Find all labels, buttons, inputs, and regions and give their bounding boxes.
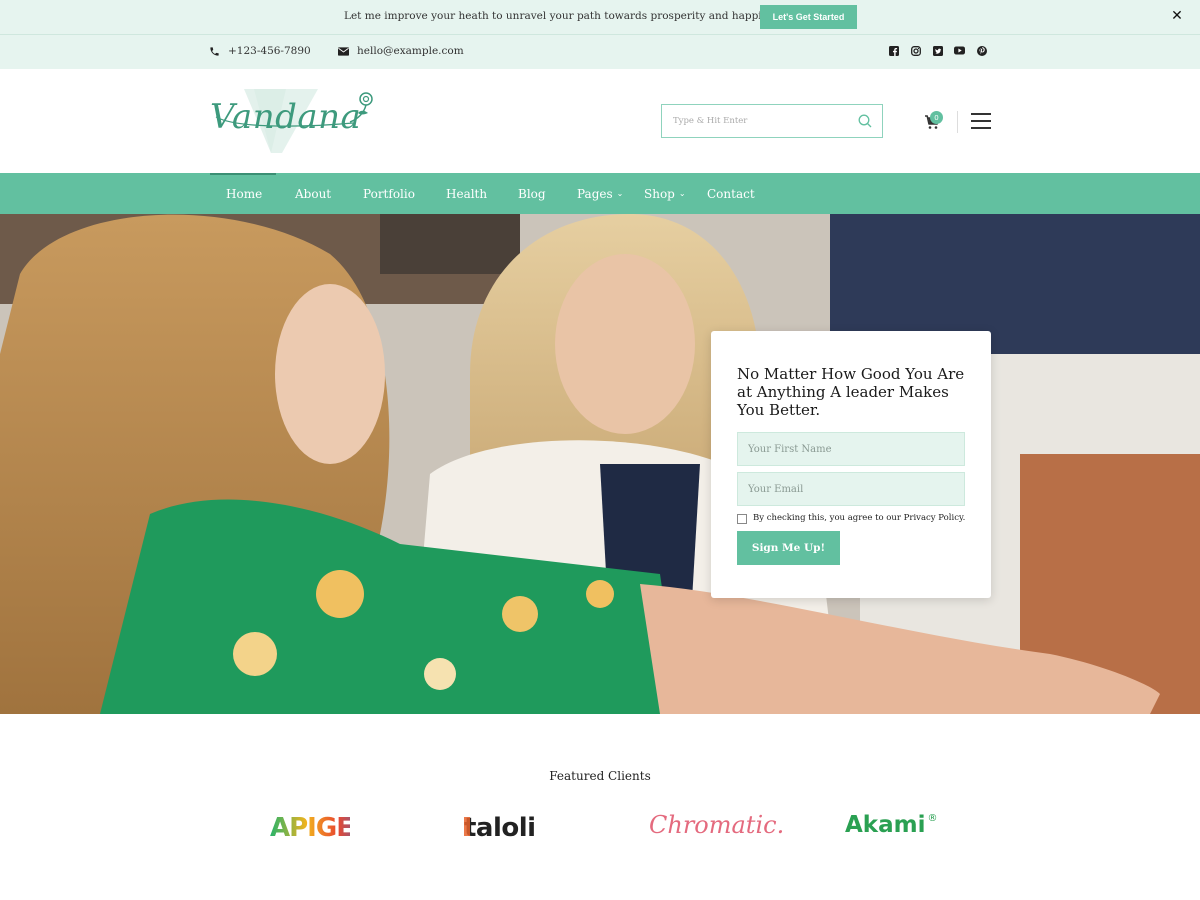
contact-bar: +123-456-7890 hello@example.com bbox=[0, 35, 1200, 69]
facebook-icon[interactable] bbox=[888, 45, 899, 56]
email-address: hello@example.com bbox=[357, 45, 464, 57]
logo-text: Vandana bbox=[210, 97, 362, 137]
email-field[interactable] bbox=[737, 472, 965, 506]
search-box bbox=[661, 104, 883, 138]
search-icon[interactable] bbox=[858, 114, 872, 128]
lets-get-started-button[interactable]: Let's Get Started bbox=[760, 5, 857, 29]
email-contact[interactable]: hello@example.com bbox=[338, 45, 464, 57]
phone-icon bbox=[210, 46, 219, 56]
phone-number: +123-456-7890 bbox=[228, 45, 311, 57]
instagram-icon[interactable] bbox=[910, 45, 921, 56]
announcement-bar: Let me improve your heath to unravel you… bbox=[0, 0, 1200, 35]
menu-icon[interactable] bbox=[971, 113, 991, 129]
site-header: Vandana 0 bbox=[0, 69, 1200, 173]
nav-item-health[interactable]: Health bbox=[446, 173, 487, 214]
client-logo-taloli: taloli bbox=[464, 805, 544, 845]
registered-icon: ® bbox=[927, 813, 938, 824]
twitter-icon[interactable] bbox=[932, 45, 943, 56]
cart-count-badge: 0 bbox=[930, 111, 943, 124]
client-logo-akami: Akami ® bbox=[845, 812, 938, 838]
consent-label: By checking this, you agree to our Priva… bbox=[753, 513, 966, 523]
apigeo-wordmark: APIGEO bbox=[270, 813, 350, 843]
envelope-icon bbox=[338, 46, 349, 56]
nav-item-pages[interactable]: Pages ⌄ bbox=[577, 173, 623, 214]
nav-item-portfolio[interactable]: Portfolio bbox=[363, 173, 415, 214]
site-logo[interactable]: Vandana bbox=[208, 89, 383, 153]
announcement-text: Let me improve your heath to unravel you… bbox=[344, 10, 789, 22]
svg-text:taloli: taloli bbox=[464, 813, 536, 843]
hero-section: No Matter How Good You Are at Anything A… bbox=[0, 214, 1200, 714]
chevron-down-icon: ⌄ bbox=[616, 189, 624, 198]
youtube-icon[interactable] bbox=[954, 45, 965, 56]
nav-item-about[interactable]: About bbox=[295, 173, 331, 214]
form-title: No Matter How Good You Are at Anything A… bbox=[737, 365, 965, 419]
sign-me-up-button[interactable]: Sign Me Up! bbox=[737, 531, 840, 565]
nav-item-blog[interactable]: Blog bbox=[518, 173, 546, 214]
nav-item-home[interactable]: Home bbox=[226, 173, 262, 214]
chevron-down-icon: ⌄ bbox=[678, 189, 686, 198]
svg-text:APIGEO: APIGEO bbox=[270, 813, 350, 843]
signup-form-card: No Matter How Good You Are at Anything A… bbox=[711, 331, 991, 598]
pinterest-icon[interactable] bbox=[976, 45, 987, 56]
main-nav: Home About Portfolio Health Blog Pages ⌄ … bbox=[0, 173, 1200, 214]
consent-checkbox[interactable] bbox=[737, 514, 747, 524]
first-name-field[interactable] bbox=[737, 432, 965, 466]
nav-item-contact[interactable]: Contact bbox=[707, 173, 755, 214]
taloli-wordmark: taloli bbox=[464, 813, 536, 843]
client-logo-apigeo: APIGEO bbox=[270, 805, 350, 845]
close-icon[interactable]: ✕ bbox=[1168, 7, 1186, 25]
header-divider bbox=[957, 111, 958, 133]
client-logo-chromatic: Chromatic. bbox=[649, 811, 785, 839]
social-links bbox=[888, 45, 998, 56]
hero-image bbox=[0, 214, 1200, 714]
phone-contact[interactable]: +123-456-7890 bbox=[209, 45, 311, 57]
featured-clients-title: Featured Clients bbox=[549, 769, 651, 783]
nav-item-shop[interactable]: Shop ⌄ bbox=[644, 173, 686, 214]
search-input[interactable] bbox=[662, 105, 852, 137]
